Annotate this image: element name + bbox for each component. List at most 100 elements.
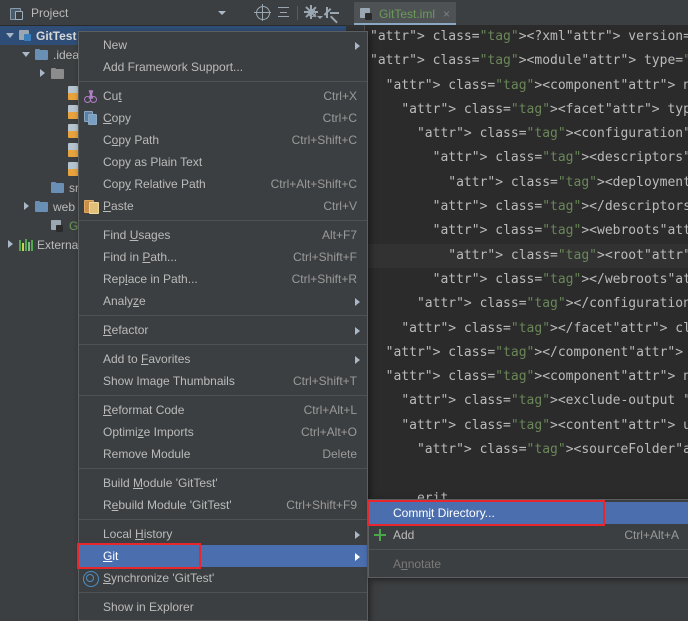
menu-item-label: Cut xyxy=(103,89,323,103)
menu-item-label: Commit Directory... xyxy=(393,506,688,520)
context-menu-item-add-framework-support[interactable]: Add Framework Support... xyxy=(79,56,367,78)
context-menu-item-copy[interactable]: CopyCtrl+C xyxy=(79,107,367,129)
menu-separator xyxy=(79,519,367,520)
menu-item-icon xyxy=(79,85,103,107)
context-menu-item-optimize-imports[interactable]: Optimize ImportsCtrl+Alt+O xyxy=(79,421,367,443)
code-line: "attr"> class="tag"></component"attr"> c… xyxy=(366,341,688,365)
iml-file-icon xyxy=(360,7,374,21)
context-menu-item-new[interactable]: New xyxy=(79,34,367,56)
menu-item-label: Add Framework Support... xyxy=(103,60,367,74)
chevron-right-icon xyxy=(355,298,360,306)
menu-separator xyxy=(79,315,367,316)
sync-icon xyxy=(83,571,99,587)
context-menu-item-synchronize-gittest[interactable]: Synchronize 'GitTest' xyxy=(79,567,367,589)
editor-code-content[interactable]: "attr"> class="tag"><?xml"attr"> version… xyxy=(366,25,688,576)
context-menu-item-remove-module[interactable]: Remove ModuleDelete xyxy=(79,443,367,465)
menu-item-icon xyxy=(79,370,103,392)
menu-item-label: Analyze xyxy=(103,294,367,308)
tree-spacer xyxy=(38,221,47,230)
menu-item-label: Copy xyxy=(103,111,323,125)
editor-area: GitTest.iml × "attr"> class="tag"><?xml"… xyxy=(346,0,688,576)
menu-item-label: Show in Explorer xyxy=(103,600,367,614)
code-line: "attr"> class="tag"><component"attr"> na… xyxy=(366,74,688,98)
code-line: "attr"> class="tag"></configuration"attr… xyxy=(366,292,688,316)
menu-item-icon xyxy=(79,348,103,370)
git-submenu-item-annotate[interactable]: Annotate xyxy=(369,553,688,575)
menu-item-label: Copy as Plain Text xyxy=(103,155,367,169)
menu-separator xyxy=(369,549,688,550)
code-line: "attr"> class="tag"><component"attr"> na… xyxy=(366,365,688,389)
editor-tab-label: GitTest.iml xyxy=(379,7,435,21)
context-menu-item-copy-as-plain-text[interactable]: Copy as Plain Text xyxy=(79,151,367,173)
menu-item-label: Replace in Path... xyxy=(103,272,292,286)
chevron-down-icon[interactable] xyxy=(22,50,31,59)
chevron-right-icon xyxy=(355,327,360,335)
paste-icon xyxy=(84,199,98,213)
menu-item-icon xyxy=(79,596,103,618)
context-menu-item-local-history[interactable]: Local History xyxy=(79,523,367,545)
menu-item-label: Rebuild Module 'GitTest' xyxy=(103,498,286,512)
menu-item-icon xyxy=(79,545,103,567)
chevron-right-icon[interactable] xyxy=(38,69,47,78)
menu-item-icon xyxy=(79,224,103,246)
chevron-down-icon[interactable] xyxy=(6,31,15,40)
context-menu-item-replace-in-path[interactable]: Replace in Path...Ctrl+Shift+R xyxy=(79,268,367,290)
close-icon[interactable]: × xyxy=(443,8,450,20)
menu-item-icon xyxy=(369,553,393,575)
context-menu-item-git[interactable]: Git xyxy=(79,545,367,567)
menu-item-shortcut: Alt+F7 xyxy=(322,228,367,242)
gear-icon[interactable] xyxy=(304,5,319,20)
editor-tab-gittest-iml[interactable]: GitTest.iml × xyxy=(354,2,456,25)
context-menu-item-rebuild-module-gittest[interactable]: Rebuild Module 'GitTest'Ctrl+Shift+F9 xyxy=(79,494,367,516)
context-menu-item-reformat-code[interactable]: Reformat CodeCtrl+Alt+L xyxy=(79,399,367,421)
hide-panel-icon[interactable] xyxy=(325,5,340,20)
context-menu[interactable]: NewAdd Framework Support...CutCtrl+XCopy… xyxy=(78,31,368,621)
git-submenu-item-commit-directory[interactable]: Commit Directory... xyxy=(369,502,688,524)
menu-separator xyxy=(79,468,367,469)
context-menu-item-analyze[interactable]: Analyze xyxy=(79,290,367,312)
menu-item-shortcut: Ctrl+Shift+R xyxy=(292,272,367,286)
chevron-right-icon[interactable] xyxy=(22,202,31,211)
context-menu-item-add-to-favorites[interactable]: Add to Favorites xyxy=(79,348,367,370)
menu-item-label: Copy Relative Path xyxy=(103,177,271,191)
context-menu-item-refactor[interactable]: Refactor xyxy=(79,319,367,341)
menu-separator xyxy=(79,81,367,82)
menu-item-label: Build Module 'GitTest' xyxy=(103,476,367,490)
git-submenu[interactable]: Commit Directory... AddCtrl+Alt+A Annotate xyxy=(368,499,688,578)
menu-item-icon xyxy=(79,523,103,545)
tree-node-label: .idea xyxy=(53,48,79,62)
project-panel-toolbar xyxy=(255,0,340,25)
menu-item-label: Show Image Thumbnails xyxy=(103,374,293,388)
chevron-right-icon xyxy=(355,553,360,561)
context-menu-item-find-in-path[interactable]: Find in Path...Ctrl+Shift+F xyxy=(79,246,367,268)
context-menu-item-cut[interactable]: CutCtrl+X xyxy=(79,85,367,107)
menu-item-label: Refactor xyxy=(103,323,367,337)
ide-window: GitTest.iml × "attr"> class="tag"><?xml"… xyxy=(0,0,688,576)
context-menu-item-paste[interactable]: PasteCtrl+V xyxy=(79,195,367,217)
menu-item-icon xyxy=(79,567,103,589)
context-menu-item-show-in-explorer[interactable]: Show in Explorer xyxy=(79,596,367,618)
menu-item-shortcut: Ctrl+Shift+F xyxy=(293,250,367,264)
menu-item-icon xyxy=(79,443,103,465)
context-menu-item-show-image-thumbnails[interactable]: Show Image ThumbnailsCtrl+Shift+T xyxy=(79,370,367,392)
menu-item-label: Find Usages xyxy=(103,228,322,242)
chevron-down-icon[interactable] xyxy=(218,11,226,15)
git-submenu-item-add[interactable]: AddCtrl+Alt+A xyxy=(369,524,688,546)
folder-icon xyxy=(35,49,49,61)
context-menu-item-copy-path[interactable]: Copy PathCtrl+Shift+C xyxy=(79,129,367,151)
project-panel-header: Project xyxy=(0,0,346,26)
context-menu-item-copy-relative-path[interactable]: Copy Relative PathCtrl+Alt+Shift+C xyxy=(79,173,367,195)
context-menu-item-find-usages[interactable]: Find UsagesAlt+F7 xyxy=(79,224,367,246)
folder-icon xyxy=(35,201,49,213)
menu-item-shortcut: Ctrl+Shift+F9 xyxy=(286,498,367,512)
collapse-all-icon[interactable] xyxy=(276,5,291,20)
chevron-right-icon[interactable] xyxy=(6,240,15,249)
library-icon xyxy=(19,238,33,251)
chevron-right-icon xyxy=(355,356,360,364)
menu-item-label: Git xyxy=(103,549,367,563)
menu-item-icon xyxy=(369,502,393,524)
code-line: "attr"> class="tag"><webroots"attr"> cla… xyxy=(366,219,688,243)
target-icon[interactable] xyxy=(255,5,270,20)
context-menu-item-build-module-gittest[interactable]: Build Module 'GitTest' xyxy=(79,472,367,494)
tree-node-label: GitTest xyxy=(36,29,76,43)
